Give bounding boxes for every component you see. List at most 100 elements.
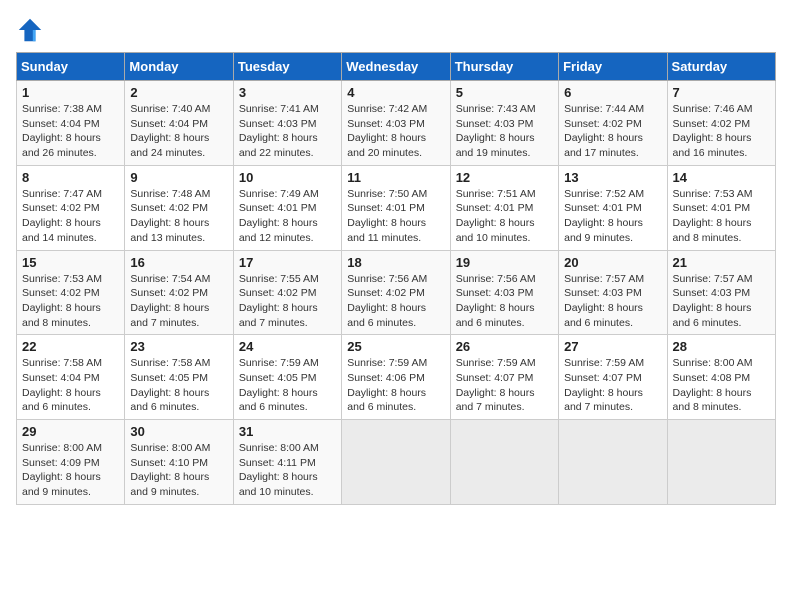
day-info: Sunrise: 7:53 AM Sunset: 4:01 PM Dayligh… bbox=[673, 187, 770, 246]
day-number: 22 bbox=[22, 339, 119, 354]
weekday-header-thursday: Thursday bbox=[450, 53, 558, 81]
day-info: Sunrise: 7:56 AM Sunset: 4:03 PM Dayligh… bbox=[456, 272, 553, 331]
day-number: 26 bbox=[456, 339, 553, 354]
day-info: Sunrise: 7:38 AM Sunset: 4:04 PM Dayligh… bbox=[22, 102, 119, 161]
calendar-cell: 30 Sunrise: 8:00 AM Sunset: 4:10 PM Dayli… bbox=[125, 420, 233, 505]
day-number: 16 bbox=[130, 255, 227, 270]
calendar-cell: 19 Sunrise: 7:56 AM Sunset: 4:03 PM Dayli… bbox=[450, 250, 558, 335]
calendar-cell: 16Sunrise: 7:54 AM Sunset: 4:02 PM Dayli… bbox=[125, 250, 233, 335]
day-number: 10 bbox=[239, 170, 336, 185]
calendar-cell: 11 Sunrise: 7:50 AM Sunset: 4:01 PM Dayli… bbox=[342, 165, 450, 250]
calendar-cell: 9 Sunrise: 7:48 AM Sunset: 4:02 PM Daylig… bbox=[125, 165, 233, 250]
day-info: Sunrise: 7:52 AM Sunset: 4:01 PM Dayligh… bbox=[564, 187, 661, 246]
weekday-header-friday: Friday bbox=[559, 53, 667, 81]
calendar-cell: 3 Sunrise: 7:41 AM Sunset: 4:03 PM Daylig… bbox=[233, 81, 341, 166]
day-number: 28 bbox=[673, 339, 770, 354]
day-number: 30 bbox=[130, 424, 227, 439]
calendar-cell bbox=[667, 420, 775, 505]
day-info: Sunrise: 7:42 AM Sunset: 4:03 PM Dayligh… bbox=[347, 102, 444, 161]
calendar-cell: 27 Sunrise: 7:59 AM Sunset: 4:07 PM Dayli… bbox=[559, 335, 667, 420]
day-number: 18 bbox=[347, 255, 444, 270]
day-number: 17 bbox=[239, 255, 336, 270]
day-info: Sunrise: 8:00 AM Sunset: 4:11 PM Dayligh… bbox=[239, 441, 336, 500]
calendar-cell: 15 Sunrise: 7:53 AM Sunset: 4:02 PM Dayli… bbox=[17, 250, 125, 335]
calendar-cell: 28 Sunrise: 8:00 AM Sunset: 4:08 PM Dayli… bbox=[667, 335, 775, 420]
logo bbox=[16, 16, 48, 44]
day-info: Sunrise: 7:40 AM Sunset: 4:04 PM Dayligh… bbox=[130, 102, 227, 161]
day-info: Sunrise: 7:50 AM Sunset: 4:01 PM Dayligh… bbox=[347, 187, 444, 246]
calendar-cell: 22 Sunrise: 7:58 AM Sunset: 4:04 PM Dayli… bbox=[17, 335, 125, 420]
calendar-cell: 21 Sunrise: 7:57 AM Sunset: 4:03 PM Dayli… bbox=[667, 250, 775, 335]
calendar-cell: 29Sunrise: 8:00 AM Sunset: 4:09 PM Dayli… bbox=[17, 420, 125, 505]
day-number: 27 bbox=[564, 339, 661, 354]
day-number: 15 bbox=[22, 255, 119, 270]
day-info: Sunrise: 7:57 AM Sunset: 4:03 PM Dayligh… bbox=[673, 272, 770, 331]
day-number: 7 bbox=[673, 85, 770, 100]
logo-icon bbox=[16, 16, 44, 44]
day-number: 5 bbox=[456, 85, 553, 100]
calendar-cell: 12 Sunrise: 7:51 AM Sunset: 4:01 PM Dayli… bbox=[450, 165, 558, 250]
day-info: Sunrise: 7:46 AM Sunset: 4:02 PM Dayligh… bbox=[673, 102, 770, 161]
day-info: Sunrise: 7:48 AM Sunset: 4:02 PM Dayligh… bbox=[130, 187, 227, 246]
calendar-cell bbox=[559, 420, 667, 505]
calendar-cell: 24 Sunrise: 7:59 AM Sunset: 4:05 PM Dayli… bbox=[233, 335, 341, 420]
calendar-cell: 4Sunrise: 7:42 AM Sunset: 4:03 PM Daylig… bbox=[342, 81, 450, 166]
weekday-header-tuesday: Tuesday bbox=[233, 53, 341, 81]
calendar-cell: 6 Sunrise: 7:44 AM Sunset: 4:02 PM Daylig… bbox=[559, 81, 667, 166]
day-info: Sunrise: 7:49 AM Sunset: 4:01 PM Dayligh… bbox=[239, 187, 336, 246]
day-info: Sunrise: 7:47 AM Sunset: 4:02 PM Dayligh… bbox=[22, 187, 119, 246]
calendar-cell: 25Sunrise: 7:59 AM Sunset: 4:06 PM Dayli… bbox=[342, 335, 450, 420]
day-number: 21 bbox=[673, 255, 770, 270]
day-info: Sunrise: 8:00 AM Sunset: 4:10 PM Dayligh… bbox=[130, 441, 227, 500]
day-info: Sunrise: 7:59 AM Sunset: 4:05 PM Dayligh… bbox=[239, 356, 336, 415]
day-info: Sunrise: 7:58 AM Sunset: 4:05 PM Dayligh… bbox=[130, 356, 227, 415]
day-number: 2 bbox=[130, 85, 227, 100]
day-info: Sunrise: 8:00 AM Sunset: 4:08 PM Dayligh… bbox=[673, 356, 770, 415]
day-number: 23 bbox=[130, 339, 227, 354]
weekday-header-saturday: Saturday bbox=[667, 53, 775, 81]
day-info: Sunrise: 7:59 AM Sunset: 4:07 PM Dayligh… bbox=[564, 356, 661, 415]
calendar-cell: 14 Sunrise: 7:53 AM Sunset: 4:01 PM Dayli… bbox=[667, 165, 775, 250]
page-header bbox=[16, 16, 776, 44]
day-info: Sunrise: 7:55 AM Sunset: 4:02 PM Dayligh… bbox=[239, 272, 336, 331]
weekday-header-wednesday: Wednesday bbox=[342, 53, 450, 81]
day-number: 9 bbox=[130, 170, 227, 185]
day-info: Sunrise: 7:41 AM Sunset: 4:03 PM Dayligh… bbox=[239, 102, 336, 161]
calendar-table: SundayMondayTuesdayWednesdayThursdayFrid… bbox=[16, 52, 776, 505]
calendar-cell: 23 Sunrise: 7:58 AM Sunset: 4:05 PM Dayli… bbox=[125, 335, 233, 420]
day-number: 24 bbox=[239, 339, 336, 354]
day-number: 3 bbox=[239, 85, 336, 100]
day-info: Sunrise: 7:44 AM Sunset: 4:02 PM Dayligh… bbox=[564, 102, 661, 161]
day-number: 31 bbox=[239, 424, 336, 439]
calendar-cell: 7 Sunrise: 7:46 AM Sunset: 4:02 PM Daylig… bbox=[667, 81, 775, 166]
calendar-cell: 18Sunrise: 7:56 AM Sunset: 4:02 PM Dayli… bbox=[342, 250, 450, 335]
weekday-header-sunday: Sunday bbox=[17, 53, 125, 81]
calendar-cell: 17 Sunrise: 7:55 AM Sunset: 4:02 PM Dayli… bbox=[233, 250, 341, 335]
weekday-header-monday: Monday bbox=[125, 53, 233, 81]
calendar-cell: 20 Sunrise: 7:57 AM Sunset: 4:03 PM Dayli… bbox=[559, 250, 667, 335]
calendar-cell: 31 Sunrise: 8:00 AM Sunset: 4:11 PM Dayli… bbox=[233, 420, 341, 505]
calendar-cell: 5 Sunrise: 7:43 AM Sunset: 4:03 PM Daylig… bbox=[450, 81, 558, 166]
day-number: 14 bbox=[673, 170, 770, 185]
day-number: 19 bbox=[456, 255, 553, 270]
calendar-cell: 1 Sunrise: 7:38 AM Sunset: 4:04 PM Daylig… bbox=[17, 81, 125, 166]
calendar-cell: 13Sunrise: 7:52 AM Sunset: 4:01 PM Dayli… bbox=[559, 165, 667, 250]
day-number: 6 bbox=[564, 85, 661, 100]
day-number: 25 bbox=[347, 339, 444, 354]
day-info: Sunrise: 7:43 AM Sunset: 4:03 PM Dayligh… bbox=[456, 102, 553, 161]
calendar-cell: 2 Sunrise: 7:40 AM Sunset: 4:04 PM Daylig… bbox=[125, 81, 233, 166]
calendar-cell: 10 Sunrise: 7:49 AM Sunset: 4:01 PM Dayli… bbox=[233, 165, 341, 250]
day-number: 1 bbox=[22, 85, 119, 100]
day-number: 12 bbox=[456, 170, 553, 185]
day-number: 8 bbox=[22, 170, 119, 185]
calendar-cell bbox=[342, 420, 450, 505]
day-number: 29 bbox=[22, 424, 119, 439]
day-info: Sunrise: 7:59 AM Sunset: 4:07 PM Dayligh… bbox=[456, 356, 553, 415]
calendar-cell bbox=[450, 420, 558, 505]
day-info: Sunrise: 7:57 AM Sunset: 4:03 PM Dayligh… bbox=[564, 272, 661, 331]
day-number: 11 bbox=[347, 170, 444, 185]
day-number: 20 bbox=[564, 255, 661, 270]
day-info: Sunrise: 7:58 AM Sunset: 4:04 PM Dayligh… bbox=[22, 356, 119, 415]
day-info: Sunrise: 7:51 AM Sunset: 4:01 PM Dayligh… bbox=[456, 187, 553, 246]
day-info: Sunrise: 7:53 AM Sunset: 4:02 PM Dayligh… bbox=[22, 272, 119, 331]
